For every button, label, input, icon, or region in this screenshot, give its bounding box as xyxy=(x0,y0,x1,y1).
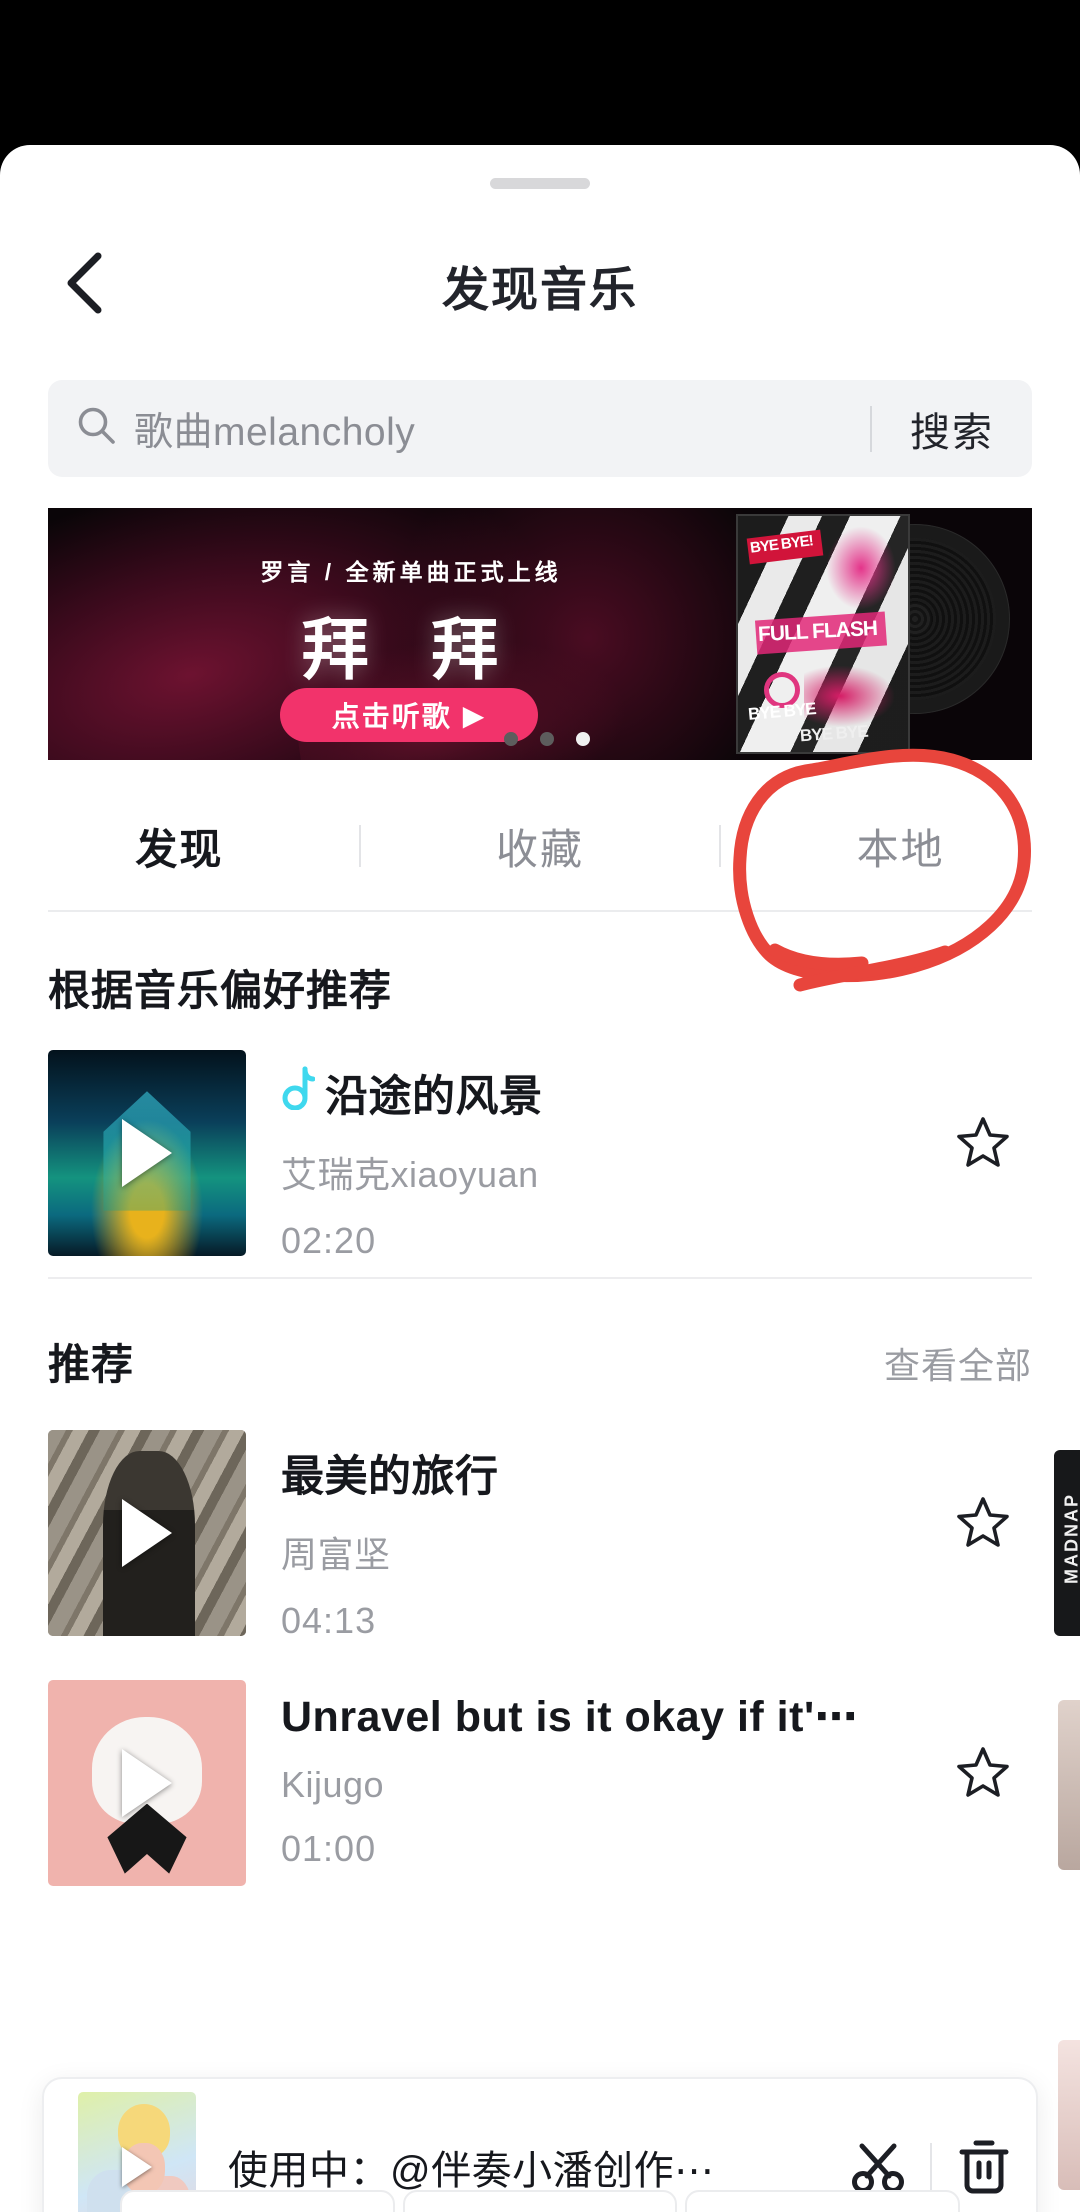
banner-cta-button[interactable]: 点击听歌 ▶ xyxy=(280,688,538,742)
search-bar[interactable]: 歌曲melancholy 搜索 xyxy=(48,380,1032,477)
song-title: Unravel but is it okay if it'⋯ xyxy=(281,1693,859,1741)
row-divider-1 xyxy=(48,1277,1032,1279)
favorite-star-icon[interactable] xyxy=(956,1746,1010,1803)
song-artist: Kijugo xyxy=(281,1764,385,1805)
song-info: Unravel but is it okay if it'⋯ Kijugo 01… xyxy=(281,1680,912,1870)
search-input[interactable]: 歌曲melancholy xyxy=(134,401,870,457)
trash-icon[interactable] xyxy=(932,2136,1036,2198)
song-artist: 周富坚 xyxy=(281,1534,391,1575)
suggestion-chip-1[interactable] xyxy=(120,2190,395,2212)
music-note-icon xyxy=(281,1066,316,1121)
music-bottom-sheet: 发现音乐 歌曲melancholy 搜索 BYE BYE! FULL FLASH xyxy=(0,145,1080,2212)
search-submit-button[interactable]: 搜索 xyxy=(872,400,1032,458)
favorite-star-icon[interactable] xyxy=(956,1496,1010,1553)
section-title-recommend: 推荐 xyxy=(48,1341,135,1388)
song-thumbnail[interactable] xyxy=(48,1680,246,1886)
play-icon[interactable] xyxy=(122,1749,172,1817)
tab-favorites[interactable]: 收藏 xyxy=(361,816,720,877)
song-row-2[interactable]: 最美的旅行 周富坚 04:13 xyxy=(48,1430,1032,1641)
side-peek-card-madnap[interactable]: MADNAP xyxy=(1054,1450,1080,1636)
sheet-drag-handle[interactable] xyxy=(490,178,590,189)
side-peek-label: MADNAP xyxy=(1061,1493,1080,1584)
banner-dot-1[interactable] xyxy=(504,732,518,746)
song-row-3[interactable]: Unravel but is it okay if it'⋯ Kijugo 01… xyxy=(48,1680,1032,1886)
scissors-icon[interactable] xyxy=(826,2137,930,2197)
suggestion-chip-3[interactable] xyxy=(685,2190,961,2212)
song-row-1[interactable]: 沿途的风景 艾瑞克xiaoyuan 02:20 xyxy=(48,1050,1032,1261)
page-header: 发现音乐 xyxy=(0,240,1080,330)
album-cover-art: BYE BYE! FULL FLASH BYE BYE BYE BYE xyxy=(738,516,908,752)
suggestion-chip-2[interactable] xyxy=(402,2190,678,2212)
play-icon[interactable] xyxy=(122,1119,172,1187)
play-arrow-icon: ▶ xyxy=(462,699,487,731)
song-thumbnail[interactable] xyxy=(48,1050,246,1256)
song-info: 沿途的风景 艾瑞克xiaoyuan 02:20 xyxy=(281,1050,912,1262)
album-splash-2 xyxy=(826,526,896,610)
banner-subtitle: 罗言 / 全新单曲正式上线 xyxy=(260,559,562,585)
tab-local[interactable]: 本地 xyxy=(721,816,1080,877)
song-info: 最美的旅行 周富坚 04:13 xyxy=(281,1430,912,1642)
page-title: 发现音乐 xyxy=(442,262,638,316)
search-icon xyxy=(76,405,118,452)
song-title: 最美的旅行 xyxy=(281,1453,499,1501)
side-peek-card-2[interactable] xyxy=(1058,1700,1080,1870)
song-artist: 艾瑞克xiaoyuan xyxy=(281,1154,539,1195)
section-title-preference: 根据音乐偏好推荐 xyxy=(48,967,393,1014)
song-title-wrap: 最美的旅行 xyxy=(281,1442,912,1504)
used-sound-label: 使用中：@伴奏小潘创作⋯ xyxy=(228,2149,715,2193)
banner-title: 拜 拜 xyxy=(301,613,521,688)
favorite-star-icon[interactable] xyxy=(956,1116,1010,1173)
song-thumbnail[interactable] xyxy=(48,1430,246,1636)
used-sound-actions xyxy=(826,2136,1036,2198)
banner-dot-2[interactable] xyxy=(540,732,554,746)
song-title-wrap: Unravel but is it okay if it'⋯ xyxy=(281,1692,912,1742)
tab-bar: 发现 收藏 本地 xyxy=(0,782,1080,910)
song-title-wrap: 沿途的风景 xyxy=(281,1062,912,1124)
song-duration: 01:00 xyxy=(281,1828,377,1869)
play-icon[interactable] xyxy=(122,1499,172,1567)
play-icon[interactable] xyxy=(122,2147,152,2187)
banner-cta-label: 点击听歌 xyxy=(331,701,452,732)
tab-discover[interactable]: 发现 xyxy=(0,816,359,877)
album-splash-5 xyxy=(804,666,894,726)
see-all-link[interactable]: 查看全部 xyxy=(884,1337,1032,1389)
song-duration: 04:13 xyxy=(281,1600,377,1641)
banner-dot-3[interactable] xyxy=(576,732,590,746)
tab-underline xyxy=(48,910,1032,912)
song-duration: 02:20 xyxy=(281,1220,377,1261)
banner-pagination-dots[interactable] xyxy=(504,732,590,746)
promo-banner[interactable]: BYE BYE! FULL FLASH BYE BYE BYE BYE 罗言 /… xyxy=(48,508,1032,760)
song-title: 沿途的风景 xyxy=(325,1073,543,1121)
keyboard-suggestion-strip xyxy=(0,2190,1080,2212)
side-peek-card-3[interactable] xyxy=(1058,2040,1080,2190)
